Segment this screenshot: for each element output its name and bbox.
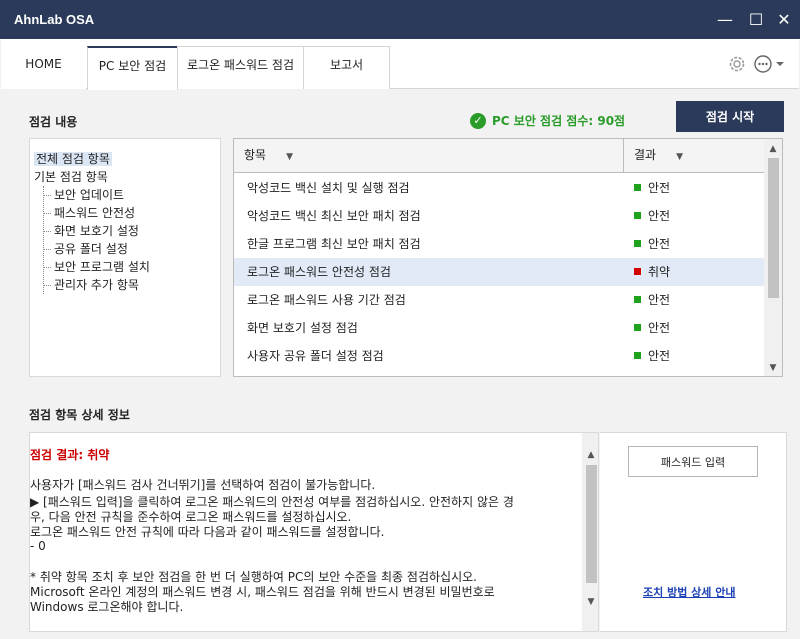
- table-row[interactable]: 화면 보호기 설정 점검 안전: [234, 314, 764, 342]
- row-item-name: 악성코드 백신 최신 보안 패치 점검: [247, 209, 421, 223]
- tab-pc-security-check[interactable]: PC 보안 점검: [87, 46, 178, 90]
- scroll-up-icon[interactable]: ▲: [582, 447, 598, 463]
- detail-panel: 점검 결과: 취약 사용자가 [패스워드 검사 건너뛰기]를 선택하여 점검이 …: [29, 432, 599, 632]
- check-item-tree[interactable]: 전체 점검 항목 기본 점검 항목 보안 업데이트 패스워드 안전성 화면 보호…: [29, 138, 221, 377]
- row-item-name: 한글 프로그램 최신 보안 패치 점검: [247, 237, 421, 251]
- table-row[interactable]: 한글 프로그램 최신 보안 패치 점검 안전: [234, 230, 764, 258]
- scroll-thumb[interactable]: [586, 465, 597, 583]
- minimize-button[interactable]: —: [713, 8, 737, 32]
- row-item-name: 로그온 패스워드 사용 기간 점검: [247, 293, 406, 307]
- row-result-text: 안전: [648, 293, 671, 307]
- tree-node-basic[interactable]: 기본 점검 항목: [30, 168, 220, 186]
- tree-node-screensaver[interactable]: 화면 보호기 설정: [30, 222, 220, 240]
- row-result: 안전: [634, 202, 670, 230]
- tab-logon-password-check[interactable]: 로그온 패스워드 점검: [177, 46, 304, 89]
- row-result: 안전: [634, 286, 670, 314]
- tree-node-all[interactable]: 전체 점검 항목: [30, 150, 220, 168]
- status-dot-icon: [634, 240, 641, 247]
- window-title: AhnLab OSA: [14, 12, 95, 27]
- detail-section-label: 점검 항목 상세 정보: [29, 408, 130, 422]
- column-header-item[interactable]: 항목 ▼: [234, 139, 293, 172]
- sort-caret-icon: ▼: [286, 152, 294, 162]
- status-dot-icon: [634, 296, 641, 303]
- inspection-section-label: 점검 내용: [29, 115, 78, 129]
- column-header-result[interactable]: 결과 ▼: [624, 139, 683, 172]
- action-panel: 패스워드 입력 조치 방법 상세 안내: [600, 432, 787, 632]
- scroll-down-icon[interactable]: ▼: [582, 594, 598, 610]
- table-row[interactable]: 로그온 패스워드 사용 기간 점검 안전: [234, 286, 764, 314]
- detail-line: 사용자가 [패스워드 검사 건너뛰기]를 선택하여 점검이 불가능합니다.: [30, 478, 376, 492]
- row-item-name: 악성코드 백신 설치 및 실행 점검: [247, 181, 410, 195]
- row-result-text: 안전: [648, 209, 671, 223]
- tree-node-security-update[interactable]: 보안 업데이트: [30, 186, 220, 204]
- remediation-guide-link[interactable]: 조치 방법 상세 안내: [643, 584, 735, 600]
- table-row[interactable]: 사용자 공유 폴더 설정 점검 안전: [234, 342, 764, 370]
- status-dot-icon: [634, 352, 641, 359]
- title-bar: AhnLab OSA — ☐ ✕: [0, 0, 800, 39]
- status-dot-icon: [634, 184, 641, 191]
- detail-line: - 0: [30, 539, 46, 553]
- table-scrollbar[interactable]: ▲ ▼: [764, 139, 782, 376]
- detail-result: 점검 결과: 취약: [30, 448, 110, 462]
- row-result-text: 안전: [648, 321, 671, 335]
- detail-line: Windows 로그온해야 합니다.: [30, 600, 184, 614]
- table-row[interactable]: 악성코드 백신 설치 및 실행 점검 안전: [234, 174, 764, 202]
- tab-report[interactable]: 보고서: [303, 46, 390, 89]
- check-results-table: 항목 ▼ 결과 ▼ 악성코드 백신 설치 및 실행 점검 안전 악성코드 백신 최신 보…: [233, 138, 783, 377]
- table-row[interactable]: 로그온 패스워드 안전성 점검 취약: [234, 258, 764, 286]
- more-icon[interactable]: [753, 54, 787, 74]
- detail-line: 로그온 패스워드 안전 규칙에 따라 다음과 같이 패스워드를 설정합니다.: [30, 525, 385, 539]
- table-header: 항목 ▼ 결과 ▼: [234, 139, 764, 173]
- scroll-down-icon[interactable]: ▼: [764, 360, 782, 376]
- close-button[interactable]: ✕: [772, 8, 796, 32]
- row-item-name: 화면 보호기 설정 점검: [247, 321, 358, 335]
- row-result: 안전: [634, 342, 670, 370]
- row-result: 안전: [634, 174, 670, 202]
- status-dot-icon: [634, 212, 641, 219]
- security-score-text: PC 보안 점검 점수: 90점: [492, 114, 626, 128]
- row-result-text: 안전: [648, 181, 671, 195]
- row-result-text: 취약: [648, 265, 671, 279]
- start-check-button[interactable]: 점검 시작: [676, 101, 784, 132]
- row-result: 안전: [634, 314, 670, 342]
- maximize-button[interactable]: ☐: [744, 8, 768, 32]
- row-result: 안전: [634, 230, 670, 258]
- tree-node-shared-folder[interactable]: 공유 폴더 설정: [30, 240, 220, 258]
- row-item-name: 사용자 공유 폴더 설정 점검: [247, 349, 384, 363]
- status-dot-icon: [634, 324, 641, 331]
- check-circle-icon: ✓: [470, 113, 486, 129]
- password-input-button[interactable]: 패스워드 입력: [628, 446, 758, 477]
- status-dot-icon: [634, 268, 641, 275]
- row-result-text: 안전: [648, 349, 671, 363]
- tree-node-admin-items[interactable]: 관리자 추가 항목: [30, 276, 220, 294]
- tree-node-password-safety[interactable]: 패스워드 안전성: [30, 204, 220, 222]
- gear-icon[interactable]: [727, 54, 747, 74]
- row-result-text: 안전: [648, 237, 671, 251]
- sort-caret-icon: ▼: [676, 152, 684, 162]
- scroll-thumb[interactable]: [768, 158, 779, 298]
- tab-bar: HOME PC 보안 점검 로그온 패스워드 점검 보고서: [1, 39, 799, 90]
- table-row[interactable]: 악성코드 백신 최신 보안 패치 점검 안전: [234, 202, 764, 230]
- security-score: ✓ PC 보안 점검 점수: 90점: [470, 113, 625, 129]
- scroll-up-icon[interactable]: ▲: [764, 141, 782, 157]
- tab-home[interactable]: HOME: [1, 46, 86, 89]
- tree-node-security-program[interactable]: 보안 프로그램 설치: [30, 258, 220, 276]
- row-result: 취약: [634, 258, 670, 286]
- row-item-name: 로그온 패스워드 안전성 점검: [247, 265, 391, 279]
- detail-scrollbar[interactable]: ▲ ▼: [582, 433, 598, 631]
